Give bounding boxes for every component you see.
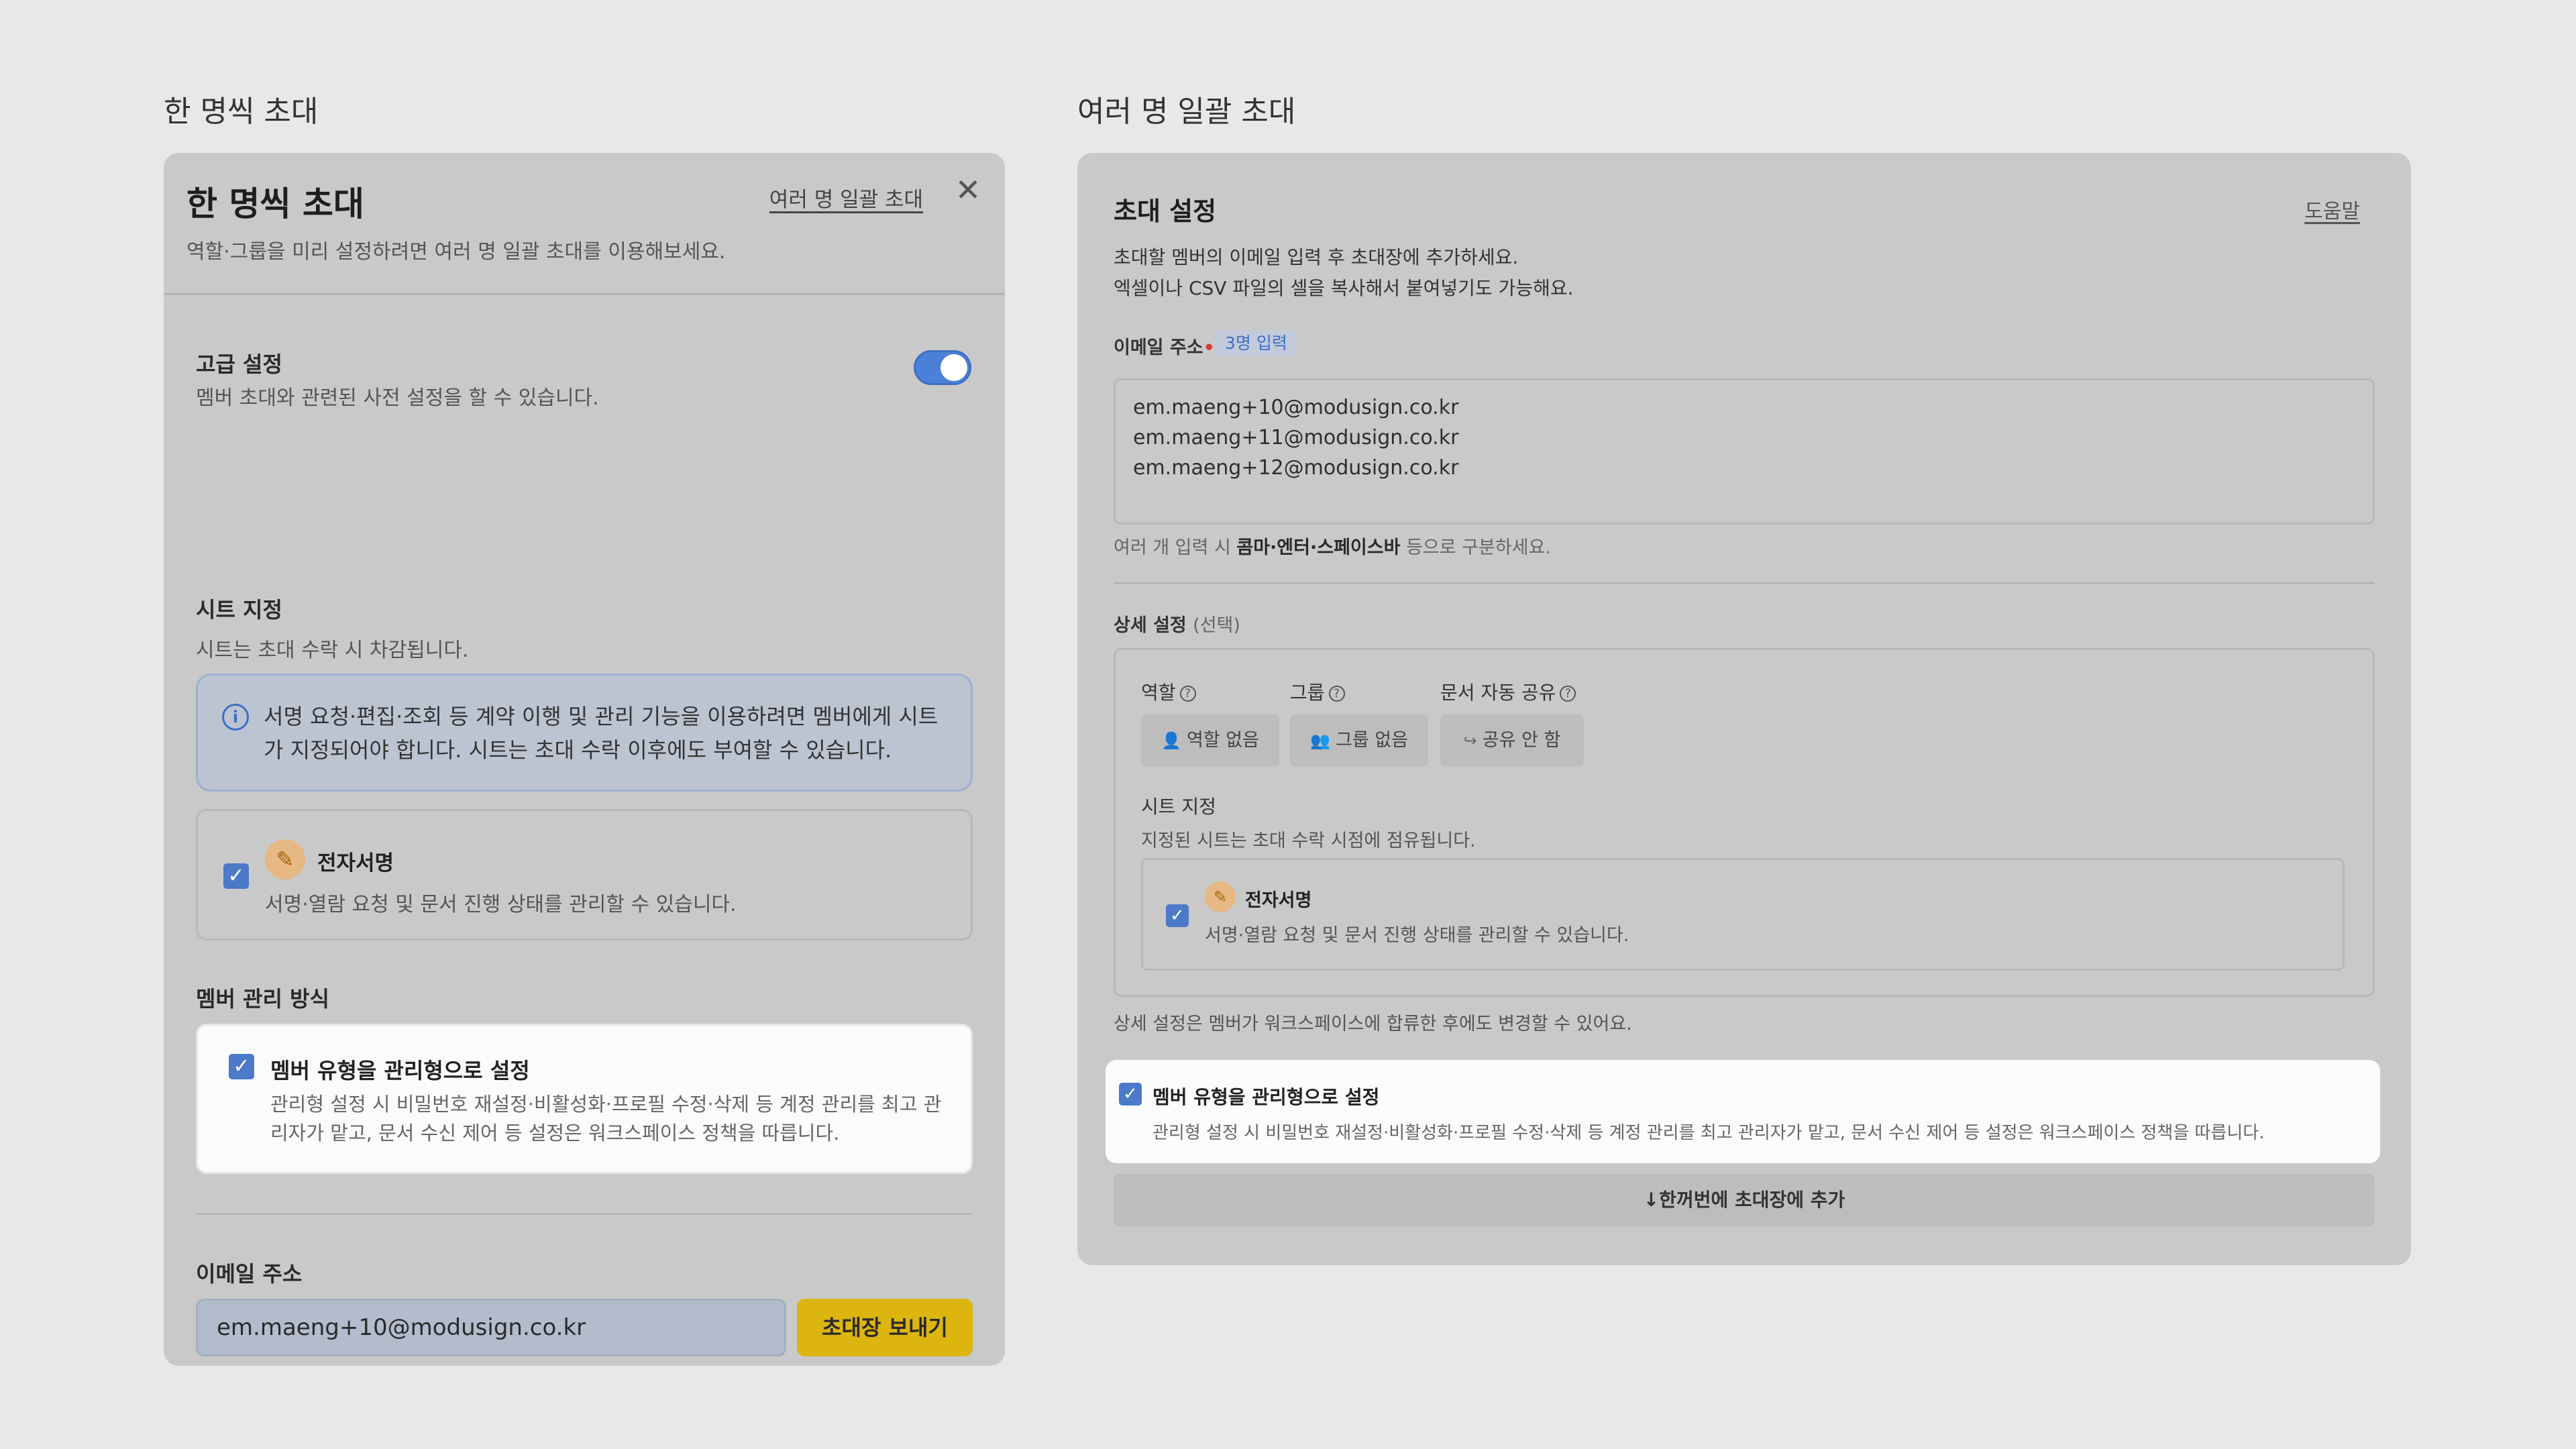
seat-label: 시트 지정 bbox=[196, 597, 282, 623]
section-title-bulk: 여러 명 일괄 초대 bbox=[1077, 95, 1296, 129]
question-icon[interactable]: ? bbox=[1328, 686, 1345, 702]
auto-share-label-text: 문서 자동 공유 bbox=[1440, 682, 1556, 704]
managed-member-option[interactable]: ✓ 멤버 유형을 관리형으로 설정 관리형 설정 시 비밀번호 재설정·비활성화… bbox=[196, 1024, 973, 1174]
managed-title: 멤버 유형을 관리형으로 설정 bbox=[270, 1058, 530, 1083]
send-invite-button[interactable]: 초대장 보내기 bbox=[797, 1299, 973, 1356]
auto-share-value: 공유 안 함 bbox=[1482, 730, 1561, 751]
role-label: 역할? bbox=[1141, 678, 1196, 705]
pen-icon: ✎ bbox=[265, 839, 305, 879]
seat-info-box: i 서명 요청·편집·조회 등 계약 이행 및 관리 기능을 이용하려면 멤버에… bbox=[196, 674, 973, 792]
invite-description-line2: 엑셀이나 CSV 파일의 셀을 복사해서 붙여넣기도 가능해요. bbox=[1114, 277, 1574, 299]
advanced-settings-label: 고급 설정 bbox=[196, 352, 282, 377]
user-icon: 👤 bbox=[1161, 731, 1181, 750]
group-label: 그룹? bbox=[1290, 678, 1345, 705]
group-label-text: 그룹 bbox=[1290, 682, 1325, 704]
detail-settings-label-text: 상세 설정 bbox=[1114, 615, 1187, 636]
invite-settings-title: 초대 설정 bbox=[1114, 197, 1217, 226]
esign-seat-option[interactable]: ✓ ✎ 전자서명 서명·열람 요청 및 문서 진행 상태를 관리할 수 있습니다… bbox=[196, 809, 973, 941]
esign-description: 서명·열람 요청 및 문서 진행 상태를 관리할 수 있습니다. bbox=[265, 893, 737, 916]
advanced-settings-toggle[interactable] bbox=[914, 350, 971, 385]
change-note: 상세 설정은 멤버가 워크스페이스에 합류한 후에도 변경할 수 있어요. bbox=[1114, 1014, 1632, 1034]
bulk-managed-title: 멤버 유형을 관리형으로 설정 bbox=[1152, 1086, 1380, 1108]
role-label-text: 역할 bbox=[1141, 682, 1176, 704]
detail-esign-description: 서명·열람 요청 및 문서 진행 상태를 관리할 수 있습니다. bbox=[1205, 925, 1629, 946]
optional-tag: (선택) bbox=[1193, 615, 1240, 636]
email-entry: em.maeng+12@modusign.co.kr bbox=[1133, 456, 1459, 480]
bulk-email-label-text: 이메일 주소 bbox=[1114, 337, 1203, 358]
dialog-subtitle: 역할·그룹을 미리 설정하려면 여러 명 일괄 초대를 이용해보세요. bbox=[186, 240, 726, 264]
advanced-settings-description: 멤버 초대와 관련된 사전 설정을 할 수 있습니다. bbox=[196, 386, 599, 410]
close-icon[interactable]: ✕ bbox=[951, 173, 985, 207]
detail-settings-box: 역할? 그룹? 문서 자동 공유? 👤 역할 없음 👥 그룹 없음 ↪ 공유 안 함 … bbox=[1114, 648, 2375, 997]
email-entry: em.maeng+11@modusign.co.kr bbox=[1133, 426, 1459, 449]
help-link[interactable]: 도움말 bbox=[2304, 195, 2360, 224]
bulk-invite-link[interactable]: 여러 명 일괄 초대 bbox=[769, 182, 923, 213]
esign-checkbox[interactable]: ✓ bbox=[223, 863, 249, 889]
dialog-title: 한 명씩 초대 bbox=[186, 184, 364, 223]
question-icon[interactable]: ? bbox=[1560, 686, 1576, 702]
section-title-single: 한 명씩 초대 bbox=[164, 95, 319, 129]
detail-esign-title: 전자서명 bbox=[1245, 890, 1312, 911]
detail-seat-description: 지정된 시트는 초대 수락 시점에 점유됩니다. bbox=[1141, 830, 1476, 851]
role-value: 역할 없음 bbox=[1186, 730, 1259, 751]
member-management-label: 멤버 관리 방식 bbox=[196, 986, 329, 1012]
invite-description-line1: 초대할 멤버의 이메일 입력 후 초대장에 추가하세요. bbox=[1114, 246, 1519, 268]
detail-seat-label: 시트 지정 bbox=[1141, 796, 1216, 818]
bulk-invite-panel: 초대 설정 도움말 초대할 멤버의 이메일 입력 후 초대장에 추가하세요. 엑… bbox=[1077, 153, 2411, 1265]
required-mark: • bbox=[1203, 337, 1215, 358]
email-label: 이메일 주소 bbox=[196, 1261, 303, 1287]
group-select[interactable]: 👥 그룹 없음 bbox=[1290, 714, 1428, 767]
toggle-knob bbox=[941, 354, 967, 381]
email-input[interactable]: em.maeng+10@modusign.co.kr bbox=[196, 1299, 786, 1356]
email-entry: em.maeng+10@modusign.co.kr bbox=[1133, 396, 1459, 419]
separator-hint-prefix: 여러 개 입력 시 bbox=[1114, 537, 1237, 558]
bulk-managed-description: 관리형 설정 시 비밀번호 재설정·비활성화·프로필 수정·삭제 등 계정 관리… bbox=[1152, 1123, 2265, 1143]
managed-description: 관리형 설정 시 비밀번호 재설정·비활성화·프로필 수정·삭제 등 계정 관리… bbox=[270, 1093, 942, 1144]
group-icon: 👥 bbox=[1310, 731, 1330, 750]
dialog-header: 한 명씩 초대 역할·그룹을 미리 설정하려면 여러 명 일괄 초대를 이용해보… bbox=[164, 153, 1005, 295]
managed-checkbox[interactable]: ✓ bbox=[229, 1054, 254, 1079]
seat-description: 시트는 초대 수락 시 차감됩니다. bbox=[196, 639, 469, 662]
question-icon[interactable]: ? bbox=[1179, 686, 1196, 702]
role-select[interactable]: 👤 역할 없음 bbox=[1141, 714, 1279, 767]
separator-hint-keys: 콤마·엔터·스페이스바 bbox=[1236, 537, 1401, 558]
auto-share-label: 문서 자동 공유? bbox=[1440, 678, 1576, 705]
detail-settings-label: 상세 설정 (선택) bbox=[1114, 610, 1240, 637]
email-count-badge: 3명 입력 bbox=[1216, 330, 1297, 357]
separator-hint-suffix: 등으로 구분하세요. bbox=[1400, 537, 1551, 558]
seat-info-text: 서명 요청·편집·조회 등 계약 이행 및 관리 기능을 이용하려면 멤버에게 … bbox=[264, 704, 938, 763]
esign-title: 전자서명 bbox=[317, 851, 394, 875]
bulk-email-label: 이메일 주소• bbox=[1114, 333, 1215, 359]
add-all-to-invite-button[interactable]: ↓한꺼번에 초대장에 추가 bbox=[1114, 1174, 2375, 1226]
bulk-email-textarea[interactable]: em.maeng+10@modusign.co.kr em.maeng+11@m… bbox=[1114, 378, 2375, 525]
auto-share-select[interactable]: ↪ 공유 안 함 bbox=[1440, 714, 1584, 767]
separator-hint: 여러 개 입력 시 콤마·엔터·스페이스바 등으로 구분하세요. bbox=[1114, 533, 1551, 559]
bulk-managed-checkbox[interactable]: ✓ bbox=[1119, 1083, 1142, 1106]
pen-icon: ✎ bbox=[1205, 881, 1236, 912]
info-icon: i bbox=[222, 704, 249, 731]
detail-esign-option[interactable]: ✓ ✎ 전자서명 서명·열람 요청 및 문서 진행 상태를 관리할 수 있습니다… bbox=[1141, 858, 2345, 971]
share-icon: ↪ bbox=[1463, 731, 1477, 750]
bulk-managed-member-option[interactable]: ✓ 멤버 유형을 관리형으로 설정 관리형 설정 시 비밀번호 재설정·비활성화… bbox=[1106, 1060, 2380, 1163]
divider bbox=[196, 1213, 973, 1215]
group-value: 그룹 없음 bbox=[1335, 730, 1408, 751]
detail-esign-checkbox[interactable]: ✓ bbox=[1166, 904, 1189, 927]
divider bbox=[1114, 582, 2375, 584]
single-invite-dialog: 한 명씩 초대 역할·그룹을 미리 설정하려면 여러 명 일괄 초대를 이용해보… bbox=[164, 153, 1005, 1366]
